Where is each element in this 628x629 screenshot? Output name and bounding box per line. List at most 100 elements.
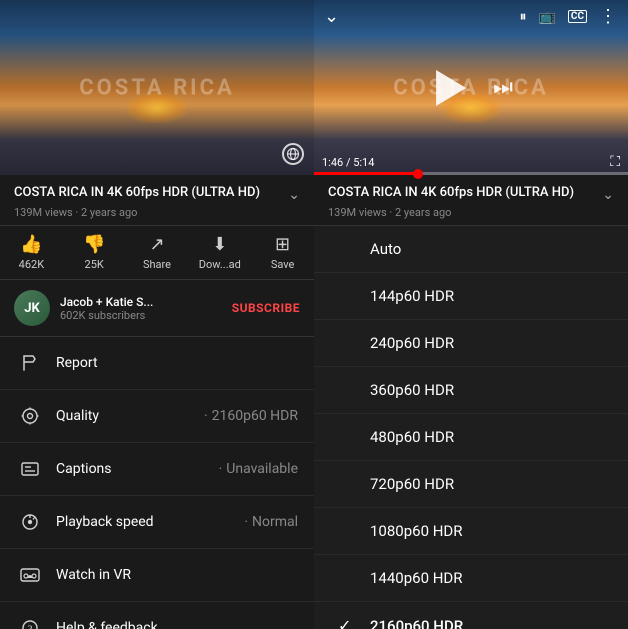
playback-label: Playback speed bbox=[56, 514, 240, 530]
right-video-meta: 139M views · 2 years ago bbox=[328, 206, 614, 219]
playback-dot: · bbox=[244, 514, 248, 530]
channel-name: Jacob + Katie S... bbox=[60, 295, 232, 309]
menu-item-watchvr[interactable]: Watch in VR bbox=[0, 549, 314, 602]
right-video-title: COSTA RICA IN 4K 60fps HDR (ULTRA HD) bbox=[328, 185, 594, 202]
help-label: Help & feedback bbox=[56, 620, 298, 629]
quality-option-1440p60-label: 1440p60 HDR bbox=[370, 569, 463, 587]
quality-option-720p60-label: 720p60 HDR bbox=[370, 475, 454, 493]
menu-item-quality[interactable]: Quality · 2160p60 HDR bbox=[0, 390, 314, 443]
quality-option-360p60-label: 360p60 HDR bbox=[370, 381, 454, 399]
share-icon: ↗ bbox=[149, 234, 164, 255]
left-video-meta: 139M views · 2 years ago bbox=[14, 206, 300, 219]
like-count: 462K bbox=[19, 258, 44, 271]
quality-value: 2160p60 HDR bbox=[212, 408, 298, 424]
playback-value: Normal bbox=[252, 514, 298, 530]
quality-dot: · bbox=[204, 408, 208, 424]
quality-option-1080p60-label: 1080p60 HDR bbox=[370, 522, 463, 540]
left-video-title: COSTA RICA IN 4K 60fps HDR (ULTRA HD) bbox=[14, 185, 280, 202]
watchvr-icon bbox=[16, 563, 44, 587]
left-thumbnail: COSTA RICA bbox=[0, 0, 314, 175]
menu-item-report[interactable]: Report bbox=[0, 337, 314, 390]
progress-dot bbox=[413, 169, 423, 179]
like-button[interactable]: 👍 462K bbox=[0, 234, 63, 271]
subscribe-button[interactable]: SUBSCRIBE bbox=[232, 301, 300, 315]
quality-option-240p60[interactable]: 240p60 HDR bbox=[314, 320, 628, 367]
captions-value: Unavailable bbox=[226, 461, 298, 477]
quality-label: Quality bbox=[56, 408, 200, 424]
report-icon bbox=[16, 351, 44, 375]
quality-option-144p60-label: 144p60 HDR bbox=[370, 287, 454, 305]
share-button[interactable]: ↗ Share bbox=[126, 234, 189, 271]
right-bottom-bar: 1:46 / 5:14 ⛶ bbox=[314, 152, 628, 175]
quality-option-2160p60[interactable]: ✓ 2160p60 HDR bbox=[314, 602, 628, 629]
quality-option-auto[interactable]: Auto bbox=[314, 226, 628, 273]
menu-item-help[interactable]: ? Help & feedback bbox=[0, 602, 314, 629]
video-time: 1:46 / 5:14 bbox=[322, 156, 374, 169]
quality-option-1440p60[interactable]: 1440p60 HDR bbox=[314, 555, 628, 602]
help-icon: ? bbox=[16, 616, 44, 629]
right-chevron-icon[interactable]: ⌄ bbox=[602, 187, 614, 203]
quality-option-360p60[interactable]: 360p60 HDR bbox=[314, 367, 628, 414]
action-bar: 👍 462K 👎 25K ↗ Share ⬇ Dow...ad ⊞ Save bbox=[0, 226, 314, 280]
download-icon: ⬇ bbox=[212, 234, 227, 255]
quality-option-auto-label: Auto bbox=[370, 240, 401, 258]
report-label: Report bbox=[56, 355, 298, 371]
menu-list: Report Quality · 2160p60 HDR bbox=[0, 337, 314, 629]
svg-text:?: ? bbox=[28, 624, 33, 629]
save-icon: ⊞ bbox=[275, 234, 290, 255]
play-controls: ⏭ bbox=[429, 66, 513, 110]
playback-icon bbox=[16, 510, 44, 534]
cast-icon[interactable]: 📺 bbox=[538, 9, 555, 25]
quality-option-1080p60[interactable]: 1080p60 HDR bbox=[314, 508, 628, 555]
captions-icon bbox=[16, 457, 44, 481]
fullscreen-icon[interactable]: ⛶ bbox=[610, 154, 620, 170]
more-icon[interactable]: ⋮ bbox=[599, 6, 618, 27]
dislike-icon: 👎 bbox=[83, 234, 105, 255]
share-label: Share bbox=[143, 258, 171, 271]
chevron-down-icon[interactable]: ⌄ bbox=[288, 187, 300, 203]
like-icon: 👍 bbox=[20, 234, 42, 255]
globe-icon bbox=[282, 143, 304, 165]
channel-row: JK Jacob + Katie S... 602K subscribers S… bbox=[0, 280, 314, 337]
download-button[interactable]: ⬇ Dow...ad bbox=[188, 234, 251, 271]
channel-subs: 602K subscribers bbox=[60, 309, 232, 322]
menu-item-playback[interactable]: Playback speed · Normal bbox=[0, 496, 314, 549]
left-panel: COSTA RICA COSTA RICA IN 4K 60fps HDR (U… bbox=[0, 0, 314, 629]
progress-bar[interactable] bbox=[314, 172, 628, 175]
cc-icon[interactable]: CC bbox=[568, 10, 587, 23]
play-triangle-icon bbox=[436, 70, 466, 106]
download-label: Dow...ad bbox=[199, 258, 241, 271]
chevron-down-video-icon[interactable]: ⌄ bbox=[324, 6, 339, 27]
watchvr-label: Watch in VR bbox=[56, 567, 298, 583]
progress-fill bbox=[314, 172, 418, 175]
save-label: Save bbox=[271, 258, 295, 271]
quality-option-480p60-label: 480p60 HDR bbox=[370, 428, 454, 446]
quality-option-240p60-label: 240p60 HDR bbox=[370, 334, 454, 352]
right-top-icons: ⏸ 📺 CC ⋮ bbox=[519, 6, 618, 27]
quality-option-2160p60-label: 2160p60 HDR bbox=[370, 617, 463, 629]
channel-info: Jacob + Katie S... 602K subscribers bbox=[60, 295, 232, 322]
quality-icon bbox=[16, 404, 44, 428]
quality-option-720p60[interactable]: 720p60 HDR bbox=[314, 461, 628, 508]
captions-label: Captions bbox=[56, 461, 215, 477]
save-button[interactable]: ⊞ Save bbox=[251, 234, 314, 271]
skip-next-icon[interactable]: ⏭ bbox=[493, 75, 513, 100]
quality-list: Auto 144p60 HDR 240p60 HDR 360p60 HDR 48… bbox=[314, 226, 628, 629]
captions-dot: · bbox=[219, 461, 223, 477]
channel-avatar: JK bbox=[14, 290, 50, 326]
pause-icon[interactable]: ⏸ bbox=[519, 9, 526, 25]
menu-item-captions[interactable]: Captions · Unavailable bbox=[0, 443, 314, 496]
dislike-count: 25K bbox=[85, 258, 104, 271]
thumbnail-text: COSTA RICA bbox=[79, 75, 235, 100]
right-top-bar: ⌄ ⏸ 📺 CC ⋮ bbox=[314, 0, 628, 33]
quality-option-144p60[interactable]: 144p60 HDR bbox=[314, 273, 628, 320]
left-video-info: COSTA RICA IN 4K 60fps HDR (ULTRA HD) ⌄ … bbox=[0, 175, 314, 226]
right-video-thumbnail: COSTA RICA ⌄ ⏸ 📺 CC ⋮ ⏭ 1:46 / 5:14 ⛶ bbox=[314, 0, 628, 175]
play-button[interactable] bbox=[429, 66, 473, 110]
check-2160p60-icon: ✓ bbox=[338, 616, 362, 629]
quality-option-480p60[interactable]: 480p60 HDR bbox=[314, 414, 628, 461]
avatar-initials: JK bbox=[24, 301, 40, 316]
right-panel: COSTA RICA ⌄ ⏸ 📺 CC ⋮ ⏭ 1:46 / 5:14 ⛶ bbox=[314, 0, 628, 629]
dislike-button[interactable]: 👎 25K bbox=[63, 234, 126, 271]
right-video-info: COSTA RICA IN 4K 60fps HDR (ULTRA HD) ⌄ … bbox=[314, 175, 628, 226]
